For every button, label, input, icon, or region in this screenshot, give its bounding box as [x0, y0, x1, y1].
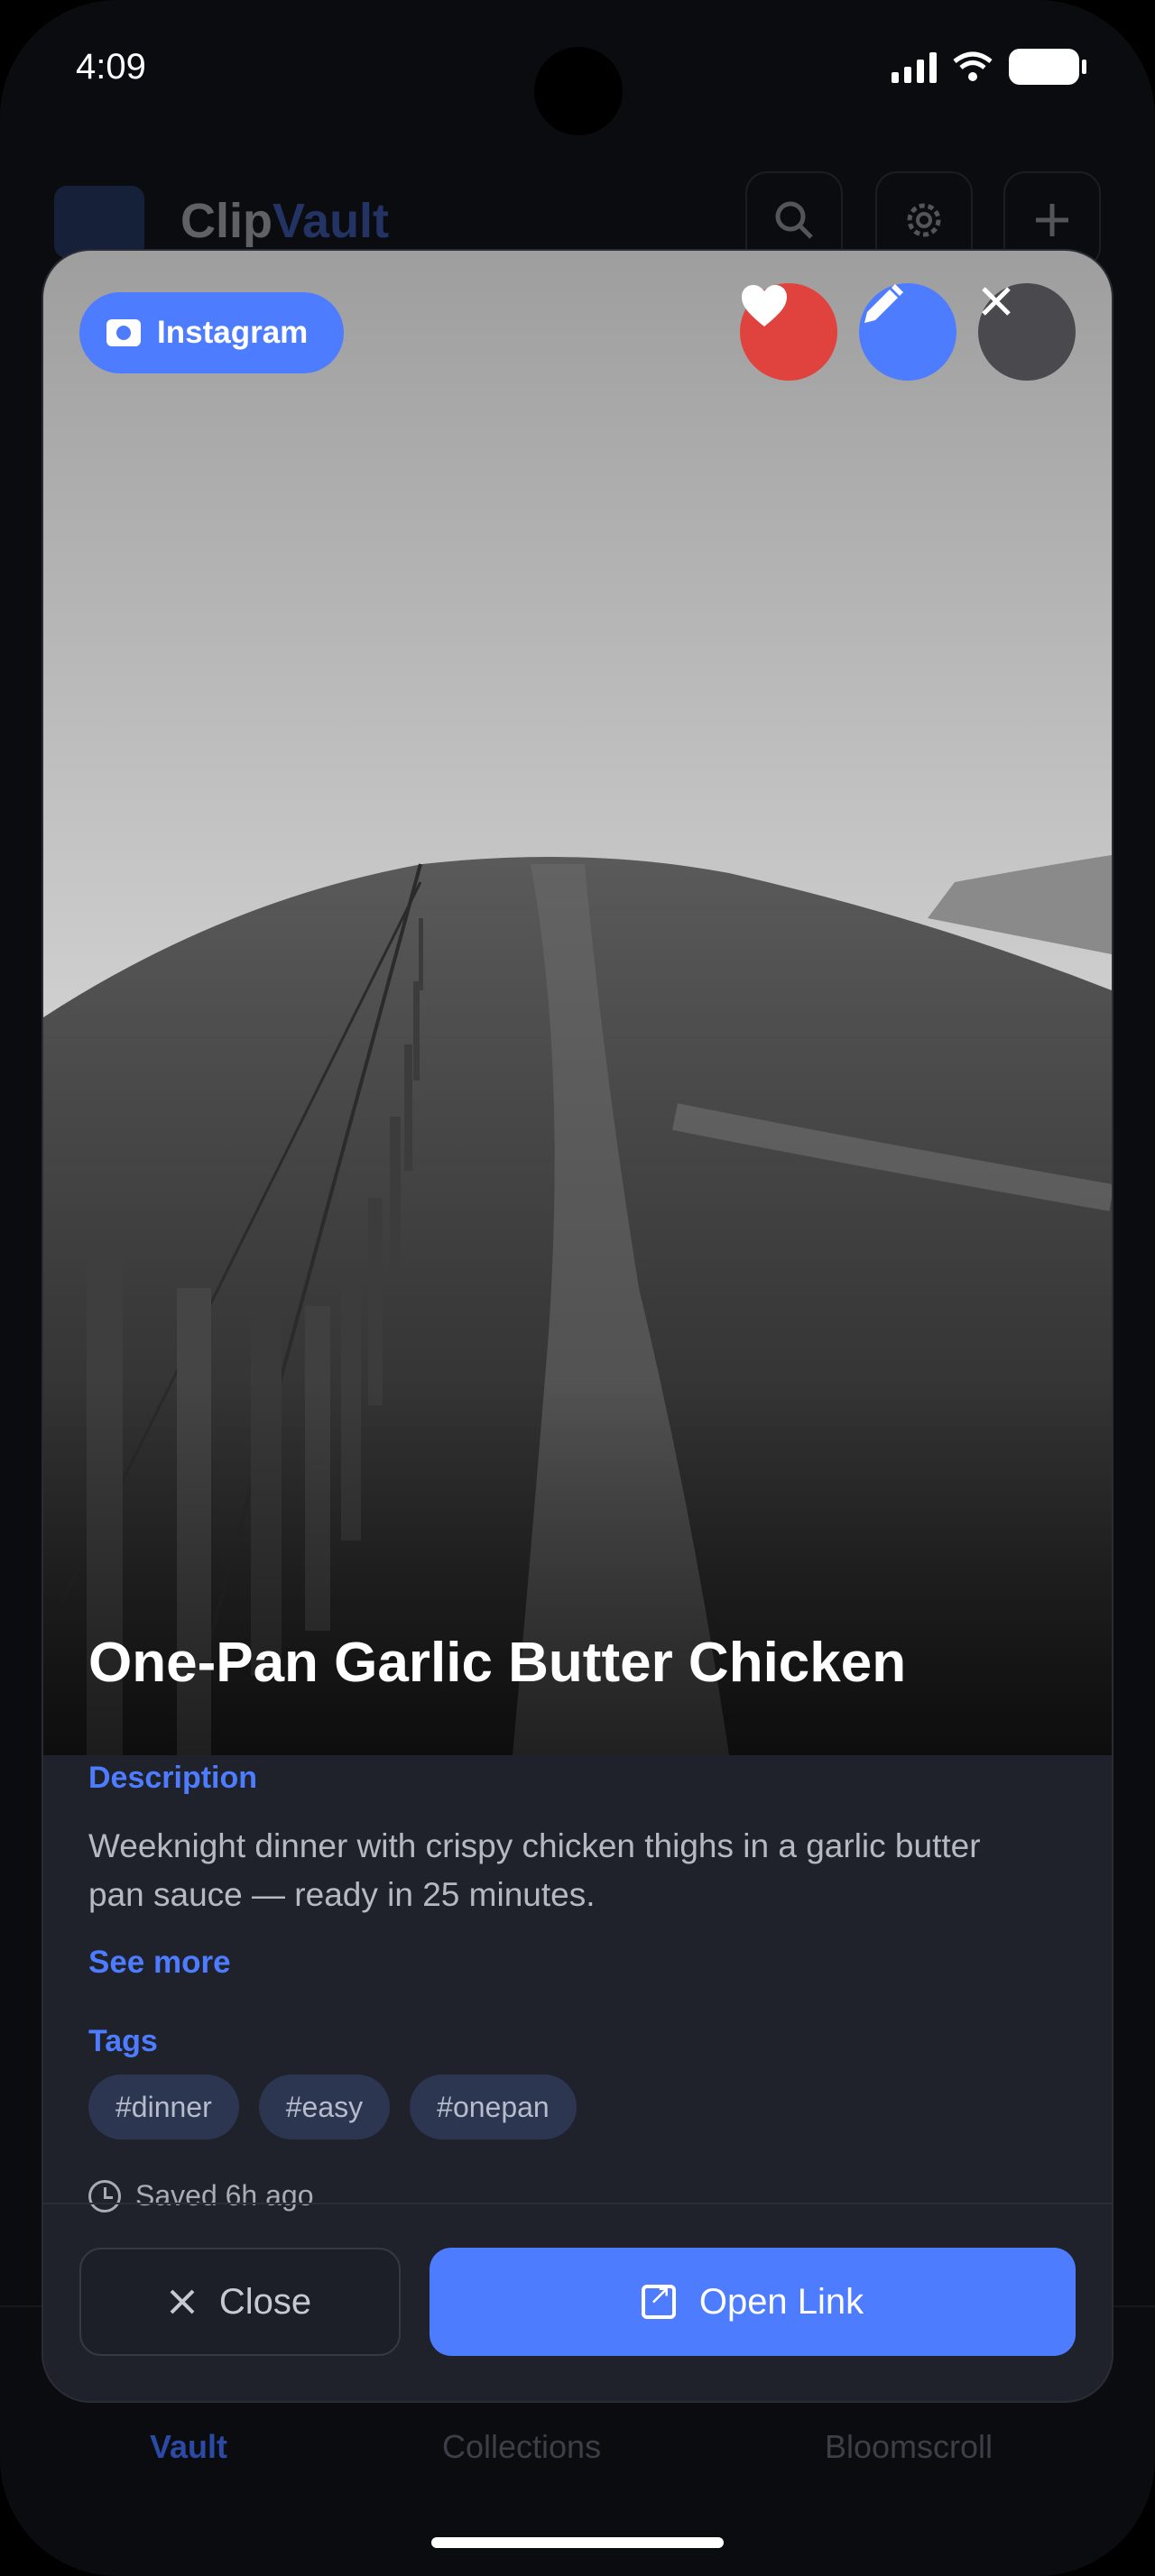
app-logo — [54, 186, 144, 258]
gear-icon — [907, 203, 941, 237]
edit-button[interactable] — [859, 283, 956, 381]
search-icon — [775, 201, 813, 239]
open-link-label: Open Link — [698, 2281, 864, 2322]
dismiss-button[interactable] — [978, 283, 1076, 381]
open-link-button[interactable]: Open Link — [430, 2248, 1076, 2356]
phone-screen: 4:09 ClipVault Vault Collections Bloomsc… — [0, 0, 1155, 2576]
clip-title: One-Pan Garlic Butter Chicken — [88, 1632, 907, 1694]
front-camera — [534, 47, 623, 135]
footer-divider — [43, 2203, 1112, 2204]
landscape-photo — [43, 251, 1112, 1755]
camera-icon — [106, 319, 141, 346]
favorite-button[interactable] — [740, 283, 837, 381]
tag-chip[interactable]: #easy — [258, 2075, 391, 2139]
pencil-icon — [864, 284, 903, 323]
tag-chip[interactable]: #dinner — [88, 2075, 239, 2139]
battery-icon — [1009, 49, 1086, 85]
close-icon — [982, 287, 1011, 316]
saved-time: Saved 6h ago — [88, 2179, 314, 2213]
home-indicator[interactable] — [431, 2537, 724, 2548]
tag-list: #dinner #easy #onepan — [88, 2075, 577, 2139]
description-label: Description — [88, 1761, 258, 1795]
tag-chip[interactable]: #onepan — [410, 2075, 577, 2139]
signal-icon — [892, 51, 937, 83]
platform-badge[interactable]: Instagram — [79, 292, 345, 373]
heart-icon — [742, 285, 787, 327]
external-link-icon — [641, 2279, 676, 2319]
platform-label: Instagram — [157, 315, 309, 350]
nav-item-collections[interactable]: Collections — [442, 2428, 601, 2466]
wifi-icon — [953, 51, 993, 81]
close-icon — [170, 2289, 195, 2314]
close-button[interactable]: Close — [79, 2248, 401, 2356]
plus-icon — [1036, 204, 1068, 236]
nav-item-vault[interactable]: Vault — [150, 2428, 227, 2466]
status-time: 4:09 — [76, 47, 146, 87]
hero-image: Instagram One-Pan Garlic Butter Chicken — [43, 251, 1112, 1755]
status-icons — [892, 49, 1086, 85]
nav-item-bloomscroll[interactable]: Bloomscroll — [825, 2428, 993, 2466]
app-title-part2: Vault — [273, 194, 390, 248]
app-title-part1: Clip — [180, 194, 273, 248]
description-text: Weeknight dinner with crispy chicken thi… — [88, 1827, 981, 1913]
see-more-link[interactable]: See more — [88, 1945, 231, 1981]
clip-detail-modal: Instagram One-Pan Garlic Butter Chicken … — [43, 251, 1112, 2401]
saved-time-label: Saved 6h ago — [135, 2179, 314, 2212]
app-title: ClipVault — [180, 193, 389, 249]
tags-label: Tags — [88, 2024, 158, 2058]
close-button-label: Close — [218, 2281, 312, 2322]
clock-icon — [88, 2179, 121, 2213]
